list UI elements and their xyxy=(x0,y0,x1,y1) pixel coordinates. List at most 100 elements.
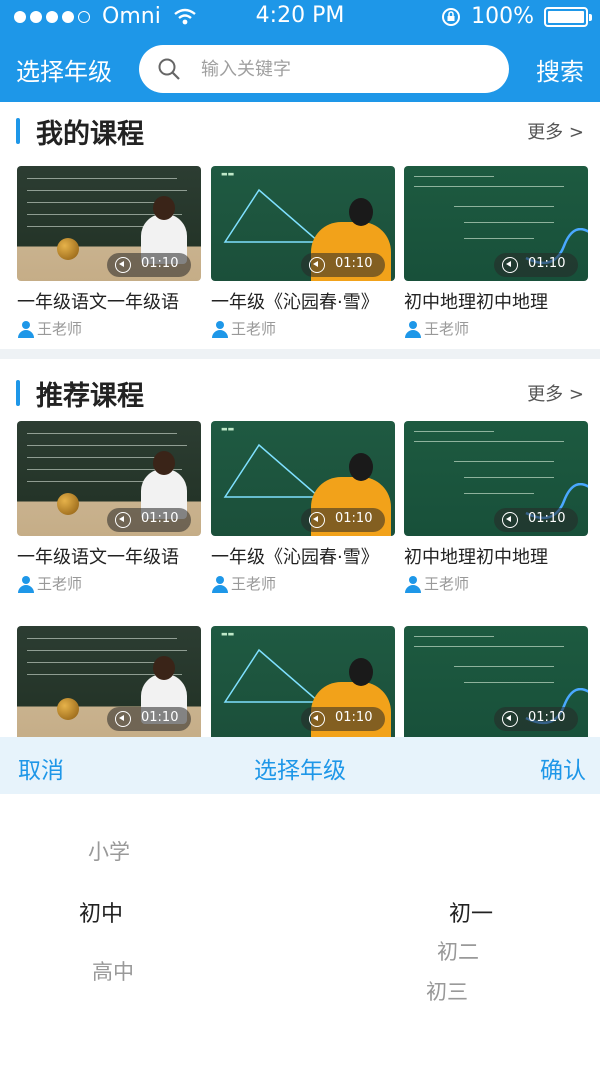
user-icon xyxy=(211,320,229,338)
duration-text: 01:10 xyxy=(335,256,373,271)
more-link[interactable]: 更多 > xyxy=(527,380,584,406)
course-thumbnail: 01:10 xyxy=(404,166,588,281)
teacher-name: 王老师 xyxy=(424,575,470,593)
picker-confirm-button[interactable]: 确认 xyxy=(540,751,586,785)
board-tag: ▬▬ xyxy=(221,170,235,178)
play-icon xyxy=(115,257,131,273)
course-row: 01:10 ▬▬ 01:10 01:10 xyxy=(0,626,600,737)
user-icon xyxy=(404,320,422,338)
picker-title: 选择年级 xyxy=(254,758,346,784)
triangle-drawing xyxy=(223,188,322,243)
duration-text: 01:10 xyxy=(528,710,566,725)
section-header-recommended: 推荐课程 更多 > xyxy=(0,364,600,420)
teacher-name: 王老师 xyxy=(424,320,470,338)
section-divider xyxy=(0,349,600,359)
course-thumbnail: ▬▬ 01:10 xyxy=(211,421,395,536)
course-thumbnail: 01:10 xyxy=(404,421,588,536)
course-thumbnail: 01:10 xyxy=(404,626,588,737)
duration-text: 01:10 xyxy=(335,511,373,526)
play-icon xyxy=(115,512,131,528)
course-thumbnail: ▬▬ 01:10 xyxy=(211,626,395,737)
picker-toolbar: 取消 选择年级 确认 xyxy=(0,737,600,794)
globe-icon xyxy=(57,698,79,720)
user-icon xyxy=(17,575,35,593)
grade-select-button[interactable]: 选择年级 xyxy=(16,52,112,87)
grade-picker[interactable]: 小学 初中 高中 初一 初二 初三 xyxy=(0,794,600,1067)
picker-grade-option[interactable]: 初二 xyxy=(437,936,479,966)
duration-badge: 01:10 xyxy=(107,508,191,532)
duration-badge: 01:10 xyxy=(494,253,578,277)
duration-badge: 01:10 xyxy=(107,707,191,731)
section-accent-bar xyxy=(16,118,20,144)
user-icon xyxy=(17,320,35,338)
course-thumbnail: 01:10 xyxy=(17,166,201,281)
course-title: 一年级《沁园春·雪》 xyxy=(211,547,379,568)
course-thumbnail: ▬▬ 01:10 xyxy=(211,166,395,281)
play-icon xyxy=(502,711,518,727)
course-title: 一年级语文一年级语 xyxy=(17,292,179,313)
course-title: 初中地理初中地理 xyxy=(404,547,548,568)
duration-badge: 01:10 xyxy=(494,508,578,532)
teacher-row: 王老师 xyxy=(404,573,469,594)
triangle-drawing xyxy=(223,648,322,703)
more-link[interactable]: 更多 > xyxy=(527,118,584,144)
top-bar: Omni 4:20 PM 100% 选择年级 输入关键字 搜索 xyxy=(0,0,600,102)
section-title: 我的课程 xyxy=(36,119,144,150)
play-icon xyxy=(309,711,325,727)
teacher-row: 王老师 xyxy=(211,573,276,594)
section-header-my-courses: 我的课程 更多 > xyxy=(0,102,600,158)
battery-icon xyxy=(544,6,592,27)
course-thumbnail: 01:10 xyxy=(17,626,201,737)
picker-stage-option[interactable]: 高中 xyxy=(92,956,134,986)
search-box[interactable] xyxy=(139,45,509,93)
play-icon xyxy=(115,711,131,727)
status-bar: Omni 4:20 PM 100% xyxy=(0,0,600,34)
course-title: 初中地理初中地理 xyxy=(404,292,548,313)
teacher-name: 王老师 xyxy=(231,320,277,338)
board-tag: ▬▬ xyxy=(221,630,235,638)
search-icon xyxy=(158,58,180,80)
section-accent-bar xyxy=(16,380,20,406)
course-title: 一年级《沁园春·雪》 xyxy=(211,292,379,313)
duration-badge: 01:10 xyxy=(301,707,385,731)
duration-text: 01:10 xyxy=(528,511,566,526)
user-icon xyxy=(404,575,422,593)
globe-icon xyxy=(57,493,79,515)
status-right: 100% xyxy=(441,4,592,29)
picker-stage-option-selected[interactable]: 初中 xyxy=(79,896,123,928)
picker-grade-option[interactable]: 初三 xyxy=(426,976,468,1006)
duration-text: 01:10 xyxy=(335,710,373,725)
play-icon xyxy=(502,257,518,273)
globe-icon xyxy=(57,238,79,260)
user-icon xyxy=(211,575,229,593)
teacher-name: 王老师 xyxy=(37,575,83,593)
teacher-name: 王老师 xyxy=(231,575,277,593)
teacher-name: 王老师 xyxy=(37,320,83,338)
search-button[interactable]: 搜索 xyxy=(536,52,584,87)
duration-badge: 01:10 xyxy=(494,707,578,731)
duration-text: 01:10 xyxy=(141,256,179,271)
search-input[interactable] xyxy=(201,45,491,93)
triangle-drawing xyxy=(223,443,322,498)
board-tag: ▬▬ xyxy=(221,425,235,433)
header: 选择年级 搜索 xyxy=(0,42,600,96)
duration-text: 01:10 xyxy=(141,710,179,725)
course-title: 一年级语文一年级语 xyxy=(17,547,179,568)
teacher-row: 王老师 xyxy=(404,318,469,339)
picker-stage-option[interactable]: 小学 xyxy=(88,836,130,866)
picker-grade-option-selected[interactable]: 初一 xyxy=(449,896,493,928)
battery-fill xyxy=(548,10,584,23)
course-thumbnail: 01:10 xyxy=(17,421,201,536)
rotation-lock-icon xyxy=(442,7,461,26)
battery-percent: 100% xyxy=(471,4,534,29)
play-icon xyxy=(502,512,518,528)
duration-text: 01:10 xyxy=(528,256,566,271)
teacher-row: 王老师 xyxy=(17,318,82,339)
teacher-row: 王老师 xyxy=(17,573,82,594)
section-title: 推荐课程 xyxy=(36,381,144,412)
duration-badge: 01:10 xyxy=(107,253,191,277)
duration-badge: 01:10 xyxy=(301,253,385,277)
play-icon xyxy=(309,512,325,528)
teacher-row: 王老师 xyxy=(211,318,276,339)
duration-text: 01:10 xyxy=(141,511,179,526)
